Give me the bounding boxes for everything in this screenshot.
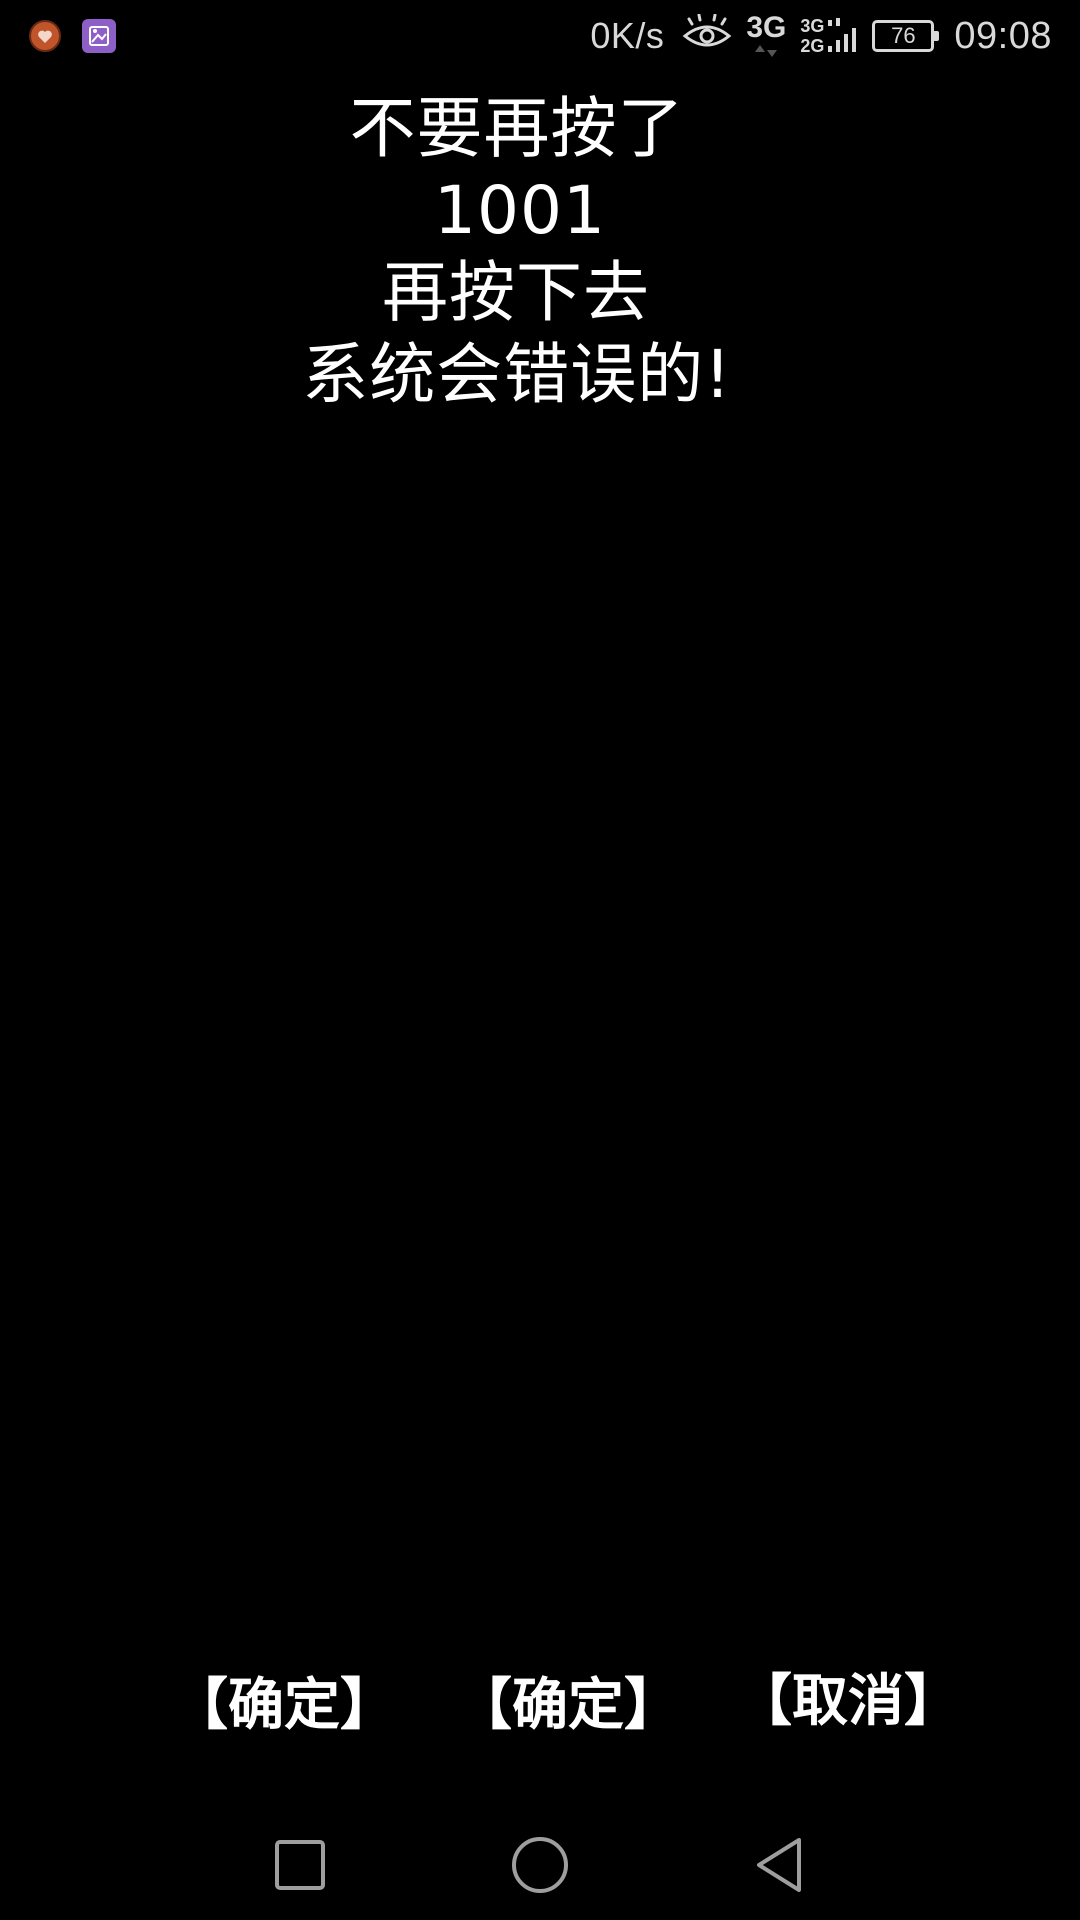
message-line-1: 不要再按了 — [349, 90, 685, 167]
home-button[interactable] — [500, 1830, 580, 1900]
battery-level: 76 — [891, 23, 916, 48]
gallery-app-icon — [82, 19, 116, 53]
navigation-bar — [0, 1830, 1080, 1920]
message-line-counter: 1001 — [434, 172, 606, 249]
dialog-actions: 【确定】 【确定】 【取消】 — [0, 1660, 1080, 1740]
eye-comfort-icon — [682, 13, 732, 58]
confirm-button-2[interactable]: 【确定】 — [456, 1660, 680, 1741]
circle-home-icon — [512, 1837, 568, 1893]
recent-apps-button[interactable] — [260, 1830, 340, 1900]
status-bar: 0K/s 3G 3G 2G 76 09:08 — [0, 0, 1080, 72]
network-speed: 0K/s — [590, 15, 665, 56]
confirm-button-1[interactable]: 【确定】 — [172, 1660, 396, 1741]
triangle-back-icon — [757, 1838, 801, 1892]
message-line-3: 再按下去 — [382, 254, 650, 331]
warning-message: 不要再按了 1001 再按下去 系统会错误的! — [0, 88, 1080, 416]
heart-app-icon — [28, 19, 62, 53]
back-button[interactable] — [740, 1830, 820, 1900]
mobile-data-icon: 3G — [746, 13, 786, 59]
cancel-button[interactable]: 【取消】 — [736, 1656, 960, 1737]
message-line-4: 系统会错误的! — [302, 336, 732, 413]
signal-strength-icon: 3G 2G — [800, 14, 858, 58]
notification-area — [28, 19, 136, 53]
system-status-area: 0K/s 3G 3G 2G 76 09:08 — [590, 13, 1052, 59]
square-recent-apps-icon — [275, 1840, 325, 1890]
battery-icon: 76 — [872, 20, 940, 52]
status-time: 09:08 — [954, 14, 1052, 57]
data-arrows-icon — [755, 45, 778, 57]
